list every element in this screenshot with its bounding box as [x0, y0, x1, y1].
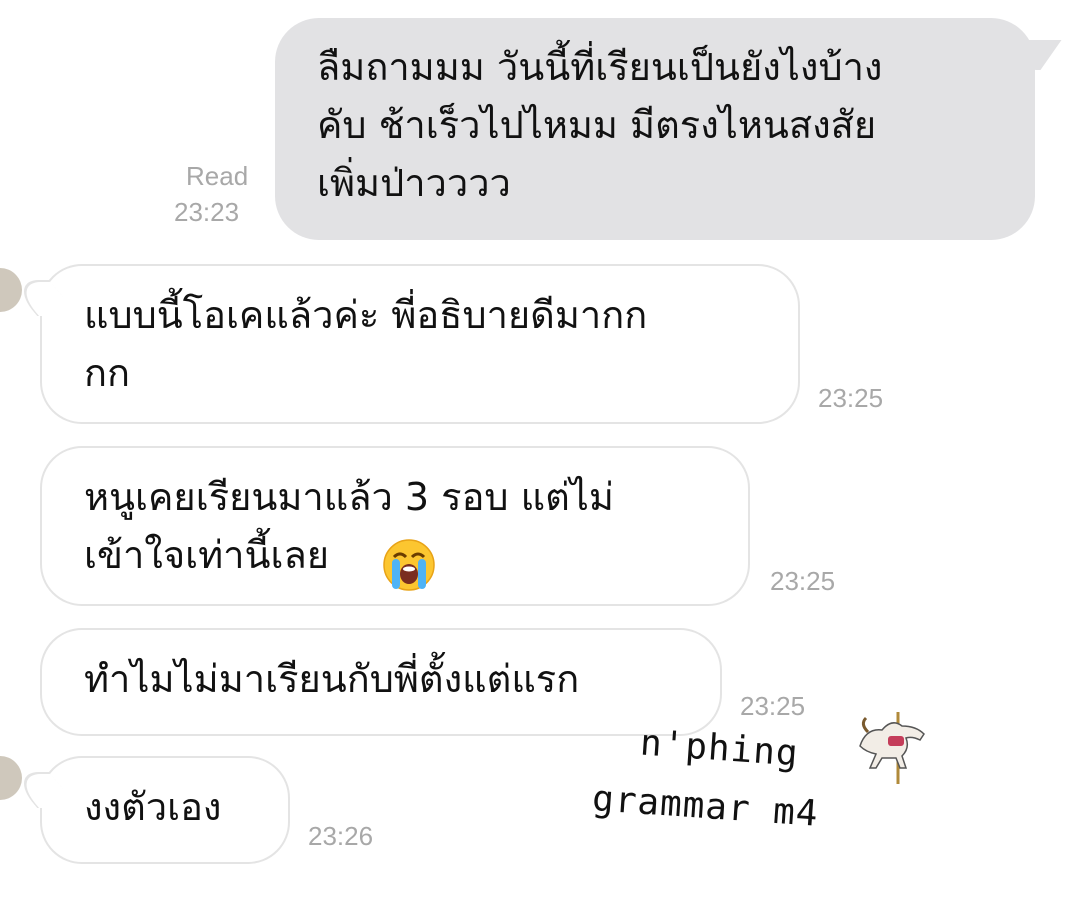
- message-bubble-received[interactable]: งงตัวเอง: [6, 756, 290, 864]
- message-time: 23:26: [308, 821, 374, 851]
- bubble-tail: [1006, 40, 1062, 70]
- message-bubble-sent[interactable]: ลืมถามมม วันนี้ที่เรียนเป็นยังไงบ้าง คับ…: [275, 18, 1062, 240]
- message-text: แบบนี้โอเคแล้วค่ะ พี่อธิบายดีมากก กก: [84, 293, 648, 395]
- message-time: 23:25: [770, 566, 836, 596]
- message-text: ทำไมไม่มาเรียนกับพี่ตั้งแต่แรก: [84, 657, 580, 701]
- message-bubble-received[interactable]: แบบนี้โอเคแล้วค่ะ พี่อธิบายดีมากก กก: [6, 264, 800, 424]
- message-time: 23:25: [818, 383, 884, 413]
- message-text-content: หนูเคยเรียนมาแล้ว 3 รอบ แต่ไม่ เข้าใจเท่…: [84, 475, 614, 577]
- read-receipt: Read: [186, 161, 249, 191]
- avatar[interactable]: [0, 268, 22, 312]
- message-text: ลืมถามมม วันนี้ที่เรียนเป็นยังไงบ้าง คับ…: [317, 45, 883, 205]
- message-bubble-received[interactable]: ทำไมไม่มาเรียนกับพี่ตั้งแต่แรก: [40, 628, 722, 736]
- watermark-line-1: n'phing: [638, 722, 800, 775]
- watermark-line-2: grammar m4: [590, 778, 820, 835]
- loudly-crying-face-icon: [383, 539, 435, 591]
- carousel-horse-icon: [859, 712, 925, 784]
- message-text: งงตัวเอง: [84, 785, 222, 829]
- message-time: 23:23: [174, 197, 240, 227]
- message-text: หนูเคยเรียนมาแล้ว 3 รอบ แต่ไม่ เข้าใจเท่…: [84, 468, 704, 591]
- avatar[interactable]: [0, 756, 22, 800]
- message-time: 23:25: [740, 691, 806, 721]
- message-bubble-received[interactable]: หนูเคยเรียนมาแล้ว 3 รอบ แต่ไม่ เข้าใจเท่…: [40, 446, 750, 606]
